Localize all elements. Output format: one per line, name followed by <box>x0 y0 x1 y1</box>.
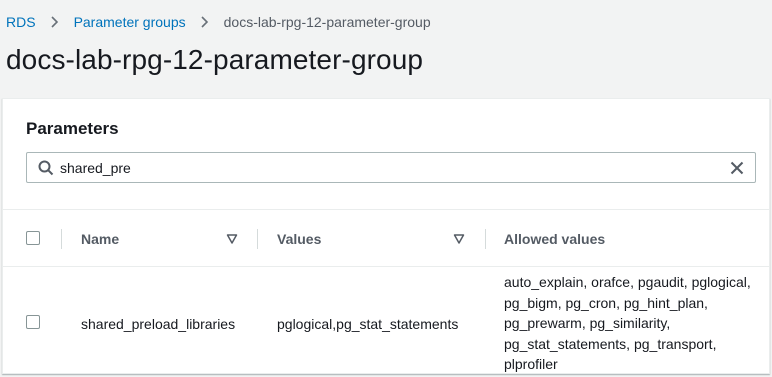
breadcrumb-current: docs-lab-rpg-12-parameter-group <box>223 14 431 30</box>
chevron-right-icon <box>200 16 210 28</box>
search-input[interactable] <box>60 153 720 182</box>
chevron-right-icon <box>50 16 60 28</box>
table-header: Name Values Allowed values <box>3 209 769 267</box>
allowed-values-line: auto_explain, orafce, pgaudit, pglogical… <box>504 274 751 290</box>
allowed-values-line: pg_prewarm, pg_similarity, <box>504 315 671 331</box>
search-box <box>26 152 756 183</box>
panel-title: Parameters <box>26 119 119 138</box>
select-all-checkbox[interactable] <box>26 231 40 245</box>
allowed-values-line: pg_bigm, pg_cron, pg_hint_plan, <box>504 294 708 311</box>
column-header-name[interactable]: Name <box>81 210 119 267</box>
parameter-value: pglogical,pg_stat_statements <box>277 316 459 332</box>
parameter-name: shared_preload_libraries <box>81 316 236 332</box>
close-icon[interactable] <box>729 160 745 176</box>
breadcrumb: RDS Parameter groups docs-lab-rpg-12-par… <box>6 13 431 31</box>
parameters-table: Name Values Allowed values shared_preloa… <box>3 209 769 377</box>
sort-triangle-icon[interactable] <box>226 232 238 244</box>
page-title: docs-lab-rpg-12-parameter-group <box>6 44 424 75</box>
column-divider <box>257 229 258 249</box>
row-checkbox[interactable] <box>26 315 40 329</box>
parameters-panel: Parameters Name Values <box>2 98 770 374</box>
column-header-allowed-values[interactable]: Allowed values <box>504 210 605 267</box>
sort-triangle-icon[interactable] <box>453 232 465 244</box>
search-icon <box>38 160 54 176</box>
table-row[interactable]: shared_preload_libraries pglogical,pg_st… <box>3 267 769 377</box>
column-divider <box>485 229 486 249</box>
allowed-values-line: plprofiler <box>504 356 558 372</box>
breadcrumb-rds-link[interactable]: RDS <box>6 14 36 30</box>
breadcrumb-parameter-groups-link[interactable]: Parameter groups <box>74 14 186 30</box>
column-divider <box>61 229 62 249</box>
column-header-values[interactable]: Values <box>277 210 321 267</box>
allowed-values-line: pg_stat_statements, pg_transport, <box>504 335 717 352</box>
allowed-values: auto_explain, orafce, pgaudit, pglogical… <box>504 272 764 375</box>
